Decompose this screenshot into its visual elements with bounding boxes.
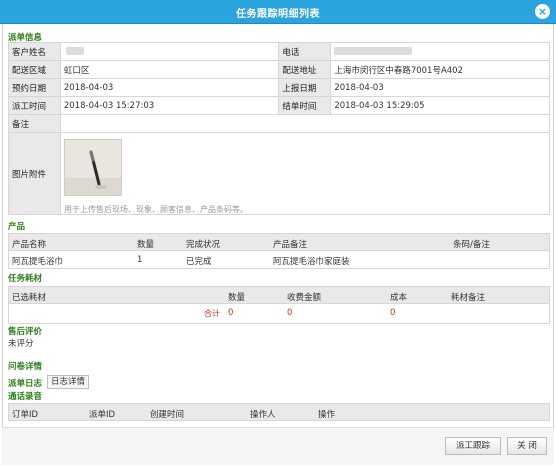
operator-header: 操作人 — [250, 410, 276, 420]
dispatch-id-header: 派单ID — [89, 410, 116, 420]
product-status-header: 完成状况 — [186, 240, 221, 250]
consumables-total-row: 合计 0 0 0 — [9, 304, 549, 323]
area-value: 虹口区 — [59, 60, 280, 79]
call-record-header: 订单ID 派单ID 创建时间 操作人 操作 — [9, 404, 549, 421]
remark-label: 备注 — [8, 114, 61, 133]
order-id-header: 订单ID — [12, 410, 39, 420]
review-section-label: 售后评价 — [8, 327, 43, 337]
dispatch-log-label: 派单日志 — [8, 379, 43, 389]
consumables-table: 已选耗材 数量 收费金额 成本 耗材备注 合计 0 0 0 — [8, 286, 550, 324]
product-table-header: 产品名称 数量 完成状况 产品备注 条码/备注 — [9, 234, 549, 251]
table-row[interactable]: 阿瓦提毛浴巾 1 已完成 阿瓦提毛浴巾家庭装 — [9, 251, 549, 268]
close-icon[interactable]: × — [535, 4, 550, 19]
report-date-label: 上报日期 — [278, 78, 332, 97]
total-fee: 0 — [287, 308, 293, 318]
total-qty: 0 — [228, 308, 234, 318]
attachment-cell — [59, 132, 551, 215]
pen-photo-icon — [65, 140, 121, 195]
title-bar: 任务跟踪明细列表 × — [0, 0, 556, 24]
survey-section-label: 问卷详情 — [8, 362, 43, 372]
consumable-remark-header: 耗材备注 — [451, 293, 486, 303]
consumables-table-header: 已选耗材 数量 收费金额 成本 耗材备注 — [9, 287, 549, 304]
address-label: 配送地址 — [278, 60, 332, 79]
consumable-cost-header: 成本 — [390, 293, 408, 303]
created-time-header: 创建时间 — [150, 410, 185, 420]
product-barcode-header: 条码/备注 — [453, 240, 490, 250]
call-record-table: 订单ID 派单ID 创建时间 操作人 操作 — [8, 403, 550, 421]
product-qty-header: 数量 — [137, 240, 155, 250]
customer-name-value — [59, 42, 280, 61]
customer-name-label: 客户姓名 — [8, 42, 61, 61]
product-status-cell: 已完成 — [186, 257, 212, 267]
product-table: 产品名称 数量 完成状况 产品备注 条码/备注 阿瓦提毛浴巾 1 已完成 阿瓦提… — [8, 233, 550, 269]
close-time-value: 2018-04-03 15:29:05 — [330, 96, 550, 115]
remark-value — [59, 114, 551, 133]
appointment-value: 2018-04-03 — [59, 78, 280, 97]
action-header: 操作 — [318, 410, 336, 420]
consumable-fee-header: 收费金额 — [287, 293, 322, 303]
phone-value — [330, 42, 550, 61]
dispatch-time-label: 派工时间 — [8, 96, 61, 115]
consumable-name-header: 已选耗材 — [12, 293, 47, 303]
area-label: 配送区域 — [8, 60, 61, 79]
attachment-thumbnail[interactable] — [64, 139, 122, 196]
review-value: 未评分 — [8, 339, 34, 349]
close-button[interactable]: 关 闭 — [507, 437, 547, 455]
product-section-label: 产品 — [8, 222, 26, 232]
product-remark-header: 产品备注 — [273, 240, 308, 250]
call-record-section-label: 通话录音 — [8, 392, 43, 402]
close-time-label: 结单时间 — [278, 96, 332, 115]
follow-up-button[interactable]: 派工跟踪 — [445, 437, 501, 455]
total-cost: 0 — [390, 308, 396, 318]
window-title: 任务跟踪明细列表 — [236, 9, 320, 20]
consumables-section-label: 任务耗材 — [8, 274, 43, 284]
report-date-value: 2018-04-03 — [330, 78, 550, 97]
address-value: 上海市闵行区中春路7001号A402 — [330, 60, 550, 79]
total-label: 合计 — [204, 309, 220, 318]
appointment-label: 预约日期 — [8, 78, 61, 97]
dispatch-time-value: 2018-04-03 15:27:03 — [59, 96, 280, 115]
product-qty-cell: 1 — [137, 255, 143, 265]
phone-label: 电话 — [278, 42, 332, 61]
attachment-label: 图片附件 — [8, 132, 61, 215]
product-remark-cell: 阿瓦提毛浴巾家庭装 — [273, 257, 350, 267]
attachment-hint: 用于上传售后现场、现象、顾客信息、产品条码等。 — [64, 205, 248, 214]
product-name-cell: 阿瓦提毛浴巾 — [12, 257, 64, 267]
product-name-header: 产品名称 — [12, 240, 47, 250]
log-detail-tab[interactable]: 日志详情 — [47, 375, 90, 389]
consumable-qty-header: 数量 — [228, 293, 246, 303]
